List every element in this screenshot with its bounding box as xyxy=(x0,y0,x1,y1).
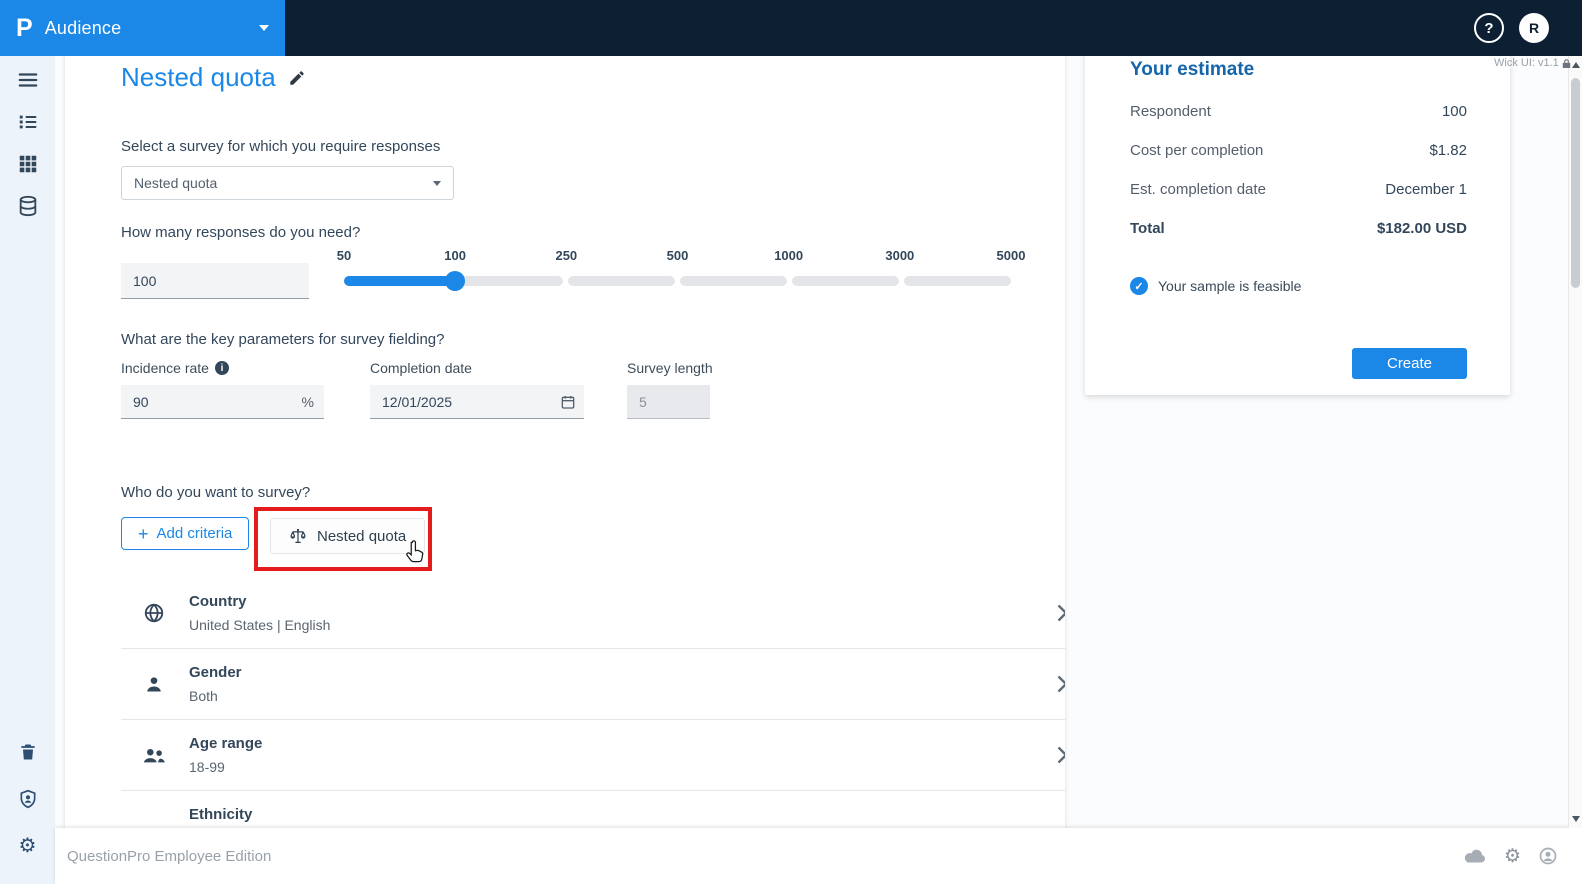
percent-suffix: % xyxy=(301,394,314,410)
survey-select-dropdown[interactable]: Nested quota xyxy=(121,166,454,200)
scroll-up-arrow[interactable] xyxy=(1572,62,1580,68)
incidence-rate-label: Incidence rate i xyxy=(121,360,229,376)
avatar[interactable]: R xyxy=(1519,13,1549,43)
slider-tick-label: 500 xyxy=(666,248,689,263)
settings-gear-icon[interactable]: ⚙ xyxy=(16,834,40,858)
incidence-rate-input[interactable] xyxy=(121,385,324,419)
estimate-row-cost: Cost per completion $1.82 xyxy=(1130,142,1467,159)
page-title-row: Nested quota xyxy=(121,62,306,93)
database-icon[interactable] xyxy=(16,194,40,218)
criteria-title: Age range xyxy=(189,734,263,752)
audience-label: Who do you want to survey? xyxy=(121,484,311,501)
criteria-list: Country United States | English Gender B… xyxy=(121,578,1065,828)
responses-input[interactable] xyxy=(121,263,309,299)
footer: QuestionPro Employee Edition ⚙ xyxy=(55,828,1582,884)
add-criteria-button[interactable]: + Add criteria xyxy=(121,517,250,550)
slider-tick-label: 100 xyxy=(444,248,467,263)
globe-icon xyxy=(141,602,167,624)
menu-icon[interactable] xyxy=(16,68,40,92)
check-circle-icon: ✓ xyxy=(1130,277,1148,295)
slider-tick-label: 250 xyxy=(555,248,578,263)
plus-icon: + xyxy=(138,523,149,544)
version-label: Wick UI: v1.1 xyxy=(1494,57,1571,69)
lock-icon xyxy=(1562,58,1571,68)
criteria-subtitle: Both xyxy=(189,687,218,704)
chevron-down-icon xyxy=(433,180,441,186)
completion-date-label: Completion date xyxy=(370,360,472,376)
scrollbar-thumb[interactable] xyxy=(1571,78,1580,288)
estimate-row-respondent: Respondent 100 xyxy=(1130,103,1467,120)
estimate-title: Your estimate xyxy=(1130,59,1255,80)
footer-edition-text: QuestionPro Employee Edition xyxy=(67,847,272,865)
product-switcher[interactable]: P Audience xyxy=(0,0,285,56)
nested-quota-button[interactable]: Nested quota xyxy=(270,518,426,554)
scroll-down-arrow[interactable] xyxy=(1572,816,1580,822)
chevron-right-icon[interactable] xyxy=(1056,674,1065,694)
person-icon xyxy=(141,674,167,694)
criteria-subtitle: United States | English xyxy=(189,616,331,633)
estimate-row-date: Est. completion date December 1 xyxy=(1130,181,1467,198)
criteria-row-country[interactable]: Country United States | English xyxy=(121,578,1065,649)
criteria-subtitle: 18-99 xyxy=(189,758,225,775)
topbar: P Audience ? R xyxy=(0,0,1582,56)
page-scrollbar[interactable] xyxy=(1568,56,1582,828)
create-button[interactable]: Create xyxy=(1352,348,1467,379)
balance-scale-icon xyxy=(290,528,306,543)
help-button[interactable]: ? xyxy=(1474,13,1504,43)
gear-badge-icon[interactable]: ⚙ xyxy=(1504,847,1521,866)
survey-setup-panel: Nested quota Select a survey for which y… xyxy=(65,45,1065,828)
slider-track[interactable] xyxy=(344,276,1011,286)
survey-length-label: Survey length xyxy=(627,360,713,376)
criteria-row-age-range[interactable]: Age range 18-99 xyxy=(121,720,1065,791)
info-icon[interactable]: i xyxy=(214,361,229,375)
survey-select-value: Nested quota xyxy=(134,175,218,191)
admin-shield-icon[interactable] xyxy=(16,787,40,811)
slider-tick-label: 5000 xyxy=(996,248,1026,263)
chevron-right-icon[interactable] xyxy=(1056,745,1065,765)
parameters-label: What are the key parameters for survey f… xyxy=(121,331,445,348)
people-icon xyxy=(141,745,167,765)
questionpro-logo-icon: P xyxy=(16,13,33,42)
survey-select-label: Select a survey for which you require re… xyxy=(121,138,441,155)
criteria-title: Ethnicity xyxy=(189,805,253,823)
criteria-row-gender[interactable]: Gender Both xyxy=(121,649,1065,720)
criteria-title: Country xyxy=(189,592,247,610)
survey-length-input xyxy=(627,385,710,419)
slider-tick-label: 50 xyxy=(336,248,352,263)
estimate-panel: Your estimate Respondent 100 Cost per co… xyxy=(1085,45,1510,395)
account-support-icon[interactable] xyxy=(1538,846,1558,866)
slider-tick-label: 1000 xyxy=(774,248,804,263)
calendar-icon[interactable] xyxy=(560,394,576,410)
slider-tick-label: 3000 xyxy=(885,248,915,263)
grid-view-icon[interactable] xyxy=(16,152,40,176)
feasibility-status: ✓ Your sample is feasible xyxy=(1130,277,1467,295)
page-title: Nested quota xyxy=(121,62,276,92)
responses-slider: 50 100 250 500 1000 3000 5000 xyxy=(337,245,1025,309)
product-name: Audience xyxy=(44,17,122,38)
feasibility-text: Your sample is feasible xyxy=(1158,278,1302,294)
completion-date-input[interactable] xyxy=(370,385,584,419)
chevron-right-icon[interactable] xyxy=(1056,603,1065,623)
list-view-icon[interactable] xyxy=(16,110,40,134)
estimate-row-total: Total $182.00 USD xyxy=(1130,220,1467,237)
slider-thumb[interactable] xyxy=(445,271,466,291)
criteria-row-ethnicity[interactable]: Ethnicity xyxy=(121,791,1065,828)
criteria-title: Gender xyxy=(189,663,242,681)
edit-pencil-icon[interactable] xyxy=(288,69,306,87)
responses-label: How many responses do you need? xyxy=(121,224,361,241)
trash-icon[interactable] xyxy=(16,740,40,764)
sidebar: ⚙ xyxy=(0,56,55,884)
chevron-down-icon[interactable] xyxy=(259,25,269,31)
cloud-icon[interactable] xyxy=(1463,847,1487,865)
